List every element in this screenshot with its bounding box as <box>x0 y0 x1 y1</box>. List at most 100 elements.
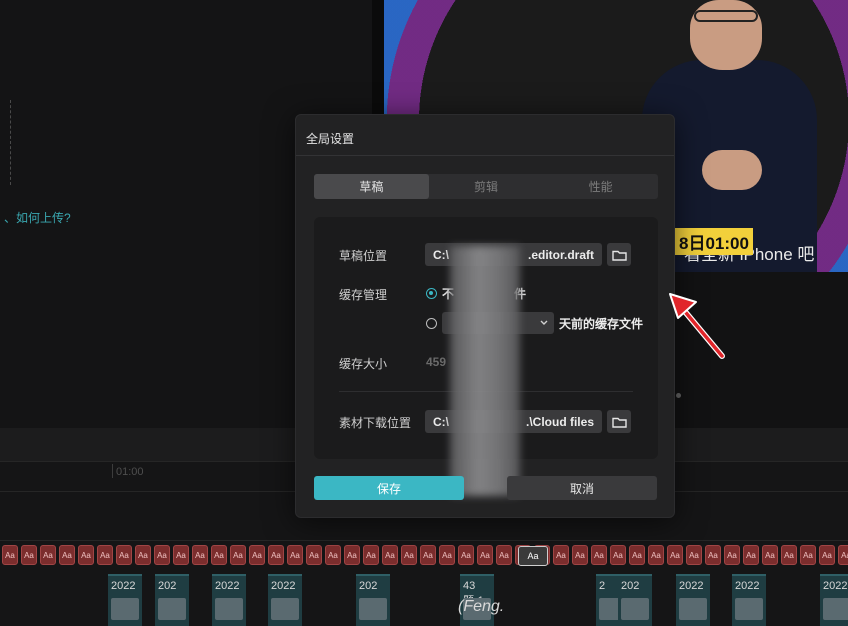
clip-thumbnail <box>215 598 243 620</box>
clip-label: 2022 <box>271 580 296 592</box>
subtitle-clip[interactable]: Aa <box>21 545 37 565</box>
subtitle-clip[interactable]: Aa <box>78 545 94 565</box>
save-button[interactable]: 保存 <box>314 476 464 500</box>
video-clip[interactable]: 202 <box>356 574 390 626</box>
global-settings-dialog: 全局设置 草稿 剪辑 性能 草稿位置 C:\ .editor.draft 缓存管… <box>295 114 675 518</box>
dialog-title: 全局设置 <box>306 132 355 146</box>
cache-option-2-radio[interactable] <box>426 318 437 329</box>
preview-timecode: 8日01:00 <box>675 228 753 255</box>
clip-label: 202 <box>359 580 378 592</box>
panel-guide <box>1 100 11 185</box>
video-clip[interactable]: 2022 <box>268 574 302 626</box>
video-clip[interactable]: 2022 <box>732 574 766 626</box>
clip-thumbnail <box>158 598 186 620</box>
draft-folder-button[interactable] <box>607 243 631 266</box>
clip-label: 202 <box>158 580 177 592</box>
subtitle-clip[interactable]: Aa <box>325 545 341 565</box>
subtitle-clip[interactable]: Aa <box>268 545 284 565</box>
clip-label: 2022 <box>111 580 136 592</box>
subtitle-clip[interactable]: Aa <box>97 545 113 565</box>
material-download-label: 素材下载位置 <box>339 416 412 430</box>
chevron-down-icon <box>540 320 548 325</box>
cache-size-value: 459 <box>426 355 447 369</box>
subtitle-clip[interactable]: Aa <box>173 545 189 565</box>
video-clip[interactable]: 202 <box>155 574 189 626</box>
video-clip[interactable]: 2022 <box>676 574 710 626</box>
clip-label: 2022 <box>679 580 704 592</box>
cache-size-label: 缓存大小 <box>339 357 388 371</box>
subtitle-clip[interactable]: Aa <box>572 545 588 565</box>
subtitle-clip[interactable]: Aa <box>838 545 848 565</box>
subtitle-clip[interactable]: Aa <box>610 545 626 565</box>
subtitle-clip[interactable]: Aa <box>40 545 56 565</box>
subtitle-clip[interactable]: Aa <box>629 545 645 565</box>
subtitle-clip[interactable]: Aa <box>762 545 778 565</box>
privacy-blur <box>450 246 520 496</box>
subtitle-clip[interactable]: Aa <box>363 545 379 565</box>
subtitle-clip[interactable]: Aa <box>648 545 664 565</box>
subtitle-clip[interactable]: Aa <box>667 545 683 565</box>
ruler-label: 01:00 <box>116 466 144 478</box>
subtitle-clip[interactable]: Aa <box>781 545 797 565</box>
video-clip[interactable]: 2022 <box>212 574 246 626</box>
cancel-button[interactable]: 取消 <box>507 476 657 500</box>
subtitle-clip[interactable]: Aa <box>116 545 132 565</box>
annotation-arrow-icon <box>669 293 725 359</box>
subtitle-clip[interactable]: Aa <box>135 545 151 565</box>
clip-thumbnail <box>111 598 139 620</box>
subtitle-clip[interactable]: Aa <box>477 545 493 565</box>
subtitle-clip[interactable]: Aa <box>724 545 740 565</box>
tab-draft[interactable]: 草稿 <box>314 174 429 199</box>
folder-icon <box>611 250 627 261</box>
subtitle-clip[interactable]: Aa <box>192 545 208 565</box>
subtitle-clip[interactable]: Aa <box>344 545 360 565</box>
clip-label: 2 <box>599 580 606 592</box>
subtitle-clip[interactable]: Aa <box>154 545 170 565</box>
clip-thumbnail <box>621 598 649 620</box>
subtitle-clip[interactable]: Aa <box>382 545 398 565</box>
subtitle-clip[interactable]: Aa <box>306 545 322 565</box>
material-folder-button[interactable] <box>607 410 631 433</box>
subtitle-clip[interactable]: Aa <box>458 545 474 565</box>
subtitle-clip[interactable]: Aa <box>420 545 436 565</box>
subtitle-clip[interactable]: Aa <box>591 545 607 565</box>
upload-hint[interactable]: 、如何上传? <box>4 209 71 226</box>
tab-performance[interactable]: 性能 <box>543 174 658 199</box>
clip-thumbnail <box>359 598 387 620</box>
tab-edit[interactable]: 剪辑 <box>429 174 544 199</box>
clip-label: 2022 <box>215 580 240 592</box>
clip-thumbnail <box>823 598 848 620</box>
subtitle-clip[interactable]: Aa <box>287 545 303 565</box>
folder-icon <box>611 417 627 428</box>
subtitle-clip[interactable]: Aa <box>800 545 816 565</box>
subtitle-clip[interactable]: Aa <box>819 545 835 565</box>
subtitle-clip[interactable]: Aa <box>743 545 759 565</box>
subtitle-clip[interactable]: Aa <box>705 545 721 565</box>
subtitle-clip[interactable]: Aa <box>211 545 227 565</box>
cache-days-suffix: 天前的缓存文件 <box>559 317 644 331</box>
draft-location-label: 草稿位置 <box>339 249 388 263</box>
clip-thumbnail <box>271 598 299 620</box>
playhead-marker[interactable]: Aa <box>518 546 548 566</box>
clip-label: 2022 <box>735 580 760 592</box>
cache-management-label: 缓存管理 <box>339 288 388 302</box>
clip-label: 2022 <box>823 580 848 592</box>
subtitle-clip[interactable]: Aa <box>496 545 512 565</box>
subtitle-clip[interactable]: Aa <box>249 545 265 565</box>
subtitle-clip[interactable]: Aa <box>686 545 702 565</box>
subtitle-clip[interactable]: Aa <box>230 545 246 565</box>
subtitle-clip[interactable]: Aa <box>59 545 75 565</box>
subtitle-clip[interactable]: Aa <box>2 545 18 565</box>
video-clip[interactable]: 2022 <box>820 574 848 626</box>
video-clip[interactable]: 202 <box>618 574 652 626</box>
subtitle-clip[interactable]: Aa <box>439 545 455 565</box>
cache-option-1-radio[interactable] <box>426 288 437 299</box>
clip-thumbnail <box>735 598 763 620</box>
clip-label: 202 <box>621 580 640 592</box>
subtitle-clip[interactable]: Aa <box>553 545 569 565</box>
subtitle-track[interactable]: Aa Aa Aa Aa Aa Aa Aa Aa Aa Aa Aa Aa Aa Aa Aa Aa Aa Aa Aa Aa… <box>0 545 848 569</box>
video-clip[interactable]: 2022 <box>108 574 142 626</box>
settings-tabs: 草稿 剪辑 性能 <box>314 174 658 199</box>
subtitle-clip[interactable]: Aa <box>401 545 417 565</box>
handle-dot <box>676 393 681 398</box>
